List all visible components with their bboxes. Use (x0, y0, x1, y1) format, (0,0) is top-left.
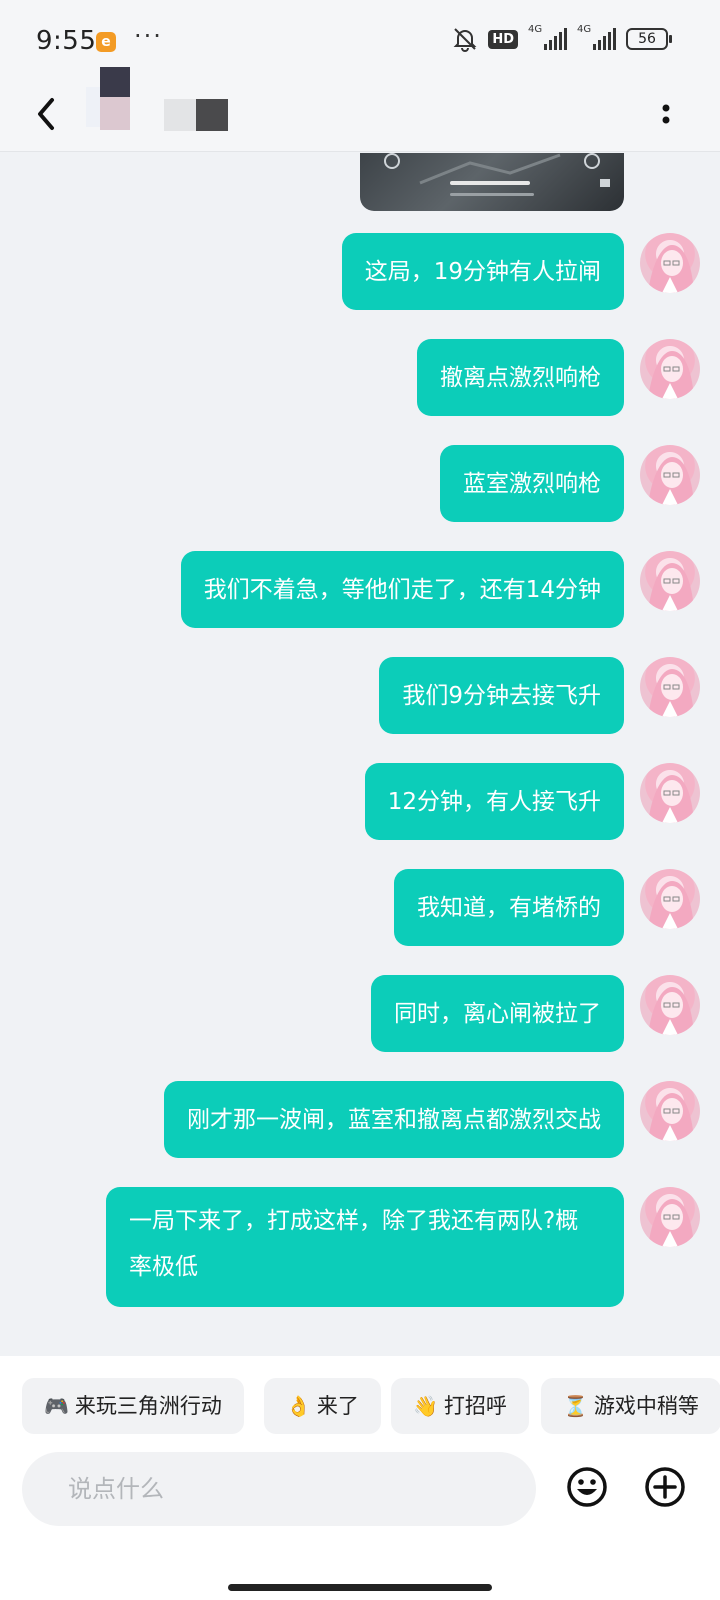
outgoing-message-bubble[interactable]: 12分钟，有人接飞升 (364, 763, 624, 840)
home-indicator[interactable] (228, 1584, 492, 1591)
video-frame-image (384, 153, 610, 196)
message-text: 这局，19分钟有人拉闸 (364, 258, 601, 285)
chevron-left-icon[interactable] (30, 92, 70, 136)
message-text: 我们不着急，等他们走了，还有14分钟 (203, 576, 601, 603)
outgoing-message-bubble[interactable]: 我知道，有堵桥的 (394, 869, 624, 946)
message-text: 刚才那一波闸，蓝室和撤离点都激烈交战 (187, 1106, 601, 1133)
avatar-image (648, 987, 694, 1035)
vertical-dots-icon[interactable] (656, 94, 676, 134)
mute-bell-icon (453, 28, 477, 52)
outgoing-message-bubble[interactable]: 同时，离心闸被拉了 (371, 975, 624, 1052)
video-message-thumbnail[interactable] (360, 153, 624, 211)
self-avatar[interactable] (640, 763, 700, 823)
avatar-image (648, 1199, 694, 1247)
gamepad-icon: 🎮 (44, 1394, 69, 1418)
message-text: 同时，离心闸被拉了 (394, 1000, 601, 1027)
more-notifications-icon: ··· (134, 22, 163, 50)
quick-reply-in-game-wait[interactable]: ⏳ 游戏中稍等 (541, 1378, 720, 1434)
self-avatar[interactable] (640, 339, 700, 399)
self-avatar[interactable] (640, 869, 700, 929)
message-input[interactable]: 说点什么 (22, 1452, 536, 1526)
browser-app-icon: e (96, 32, 116, 52)
battery-indicator: 56 (626, 28, 672, 50)
self-avatar[interactable] (640, 975, 700, 1035)
message-text: 撤离点激烈响枪 (440, 364, 601, 391)
clock: 9:55 (36, 26, 97, 56)
smiley-icon[interactable] (566, 1466, 608, 1508)
signal-icon-2: 4G (577, 24, 616, 50)
quick-reply-label: 来玩三角洲行动 (74, 1394, 222, 1418)
self-avatar[interactable] (640, 657, 700, 717)
avatar-image (648, 669, 694, 717)
hd-voice-badge: HD (488, 29, 518, 49)
avatar-image (648, 351, 694, 399)
self-avatar[interactable] (640, 551, 700, 611)
contact-avatar-redacted[interactable] (86, 67, 236, 147)
quick-reply-label: 打招呼 (443, 1394, 507, 1418)
quick-reply-label: 来了 (316, 1394, 359, 1418)
hourglass-icon: ⏳ (563, 1394, 588, 1418)
message-text: 一局下来了，打成这样，除了我还有两队?概率极低 (129, 1208, 579, 1280)
quick-reply-greet[interactable]: 👋 打招呼 (391, 1378, 529, 1434)
message-text: 12分钟，有人接飞升 (387, 788, 601, 815)
avatar-image (648, 245, 694, 293)
outgoing-message-bubble[interactable]: 蓝室激烈响枪 (440, 445, 624, 522)
status-icons: HD 4G 4G 56 (452, 24, 672, 52)
quick-reply-play-game[interactable]: 🎮 来玩三角洲行动 (22, 1378, 244, 1434)
self-avatar[interactable] (640, 445, 700, 505)
avatar-image (648, 563, 694, 611)
signal-icon: 4G (528, 24, 567, 50)
ok-hand-icon: 👌 (286, 1394, 311, 1418)
outgoing-message-bubble[interactable]: 这局，19分钟有人拉闸 (341, 233, 624, 310)
avatar-image (648, 1093, 694, 1141)
self-avatar[interactable] (640, 1187, 700, 1247)
composer-panel: 🎮 来玩三角洲行动 👌 来了 👋 打招呼 ⏳ 游戏中稍等 说点什么 (0, 1356, 720, 1600)
avatar-image (648, 881, 694, 929)
avatar-image (648, 457, 694, 505)
chat-header (0, 67, 720, 152)
quick-reply-label: 游戏中稍等 (593, 1394, 699, 1418)
outgoing-message-bubble[interactable]: 刚才那一波闸，蓝室和撤离点都激烈交战 (164, 1081, 624, 1158)
message-text: 我知道，有堵桥的 (417, 894, 601, 921)
self-avatar[interactable] (640, 1081, 700, 1141)
quick-reply-coming[interactable]: 👌 来了 (264, 1378, 381, 1434)
avatar-image (648, 775, 694, 823)
plus-circle-icon[interactable] (644, 1466, 686, 1508)
message-text: 我们9分钟去接飞升 (402, 682, 601, 709)
outgoing-message-bubble[interactable]: 一局下来了，打成这样，除了我还有两队?概率极低 (106, 1187, 624, 1307)
outgoing-message-bubble[interactable]: 我们9分钟去接飞升 (379, 657, 624, 734)
outgoing-message-bubble[interactable]: 撤离点激烈响枪 (417, 339, 624, 416)
self-avatar[interactable] (640, 233, 700, 293)
message-text: 蓝室激烈响枪 (463, 470, 601, 497)
message-list[interactable]: 这局，19分钟有人拉闸 撤离点激烈响枪 蓝室激烈响枪 我们不着急，等他们走了，还… (0, 153, 720, 1355)
outgoing-message-bubble[interactable]: 我们不着急，等他们走了，还有14分钟 (180, 551, 624, 628)
waving-hand-icon: 👋 (413, 1394, 438, 1418)
